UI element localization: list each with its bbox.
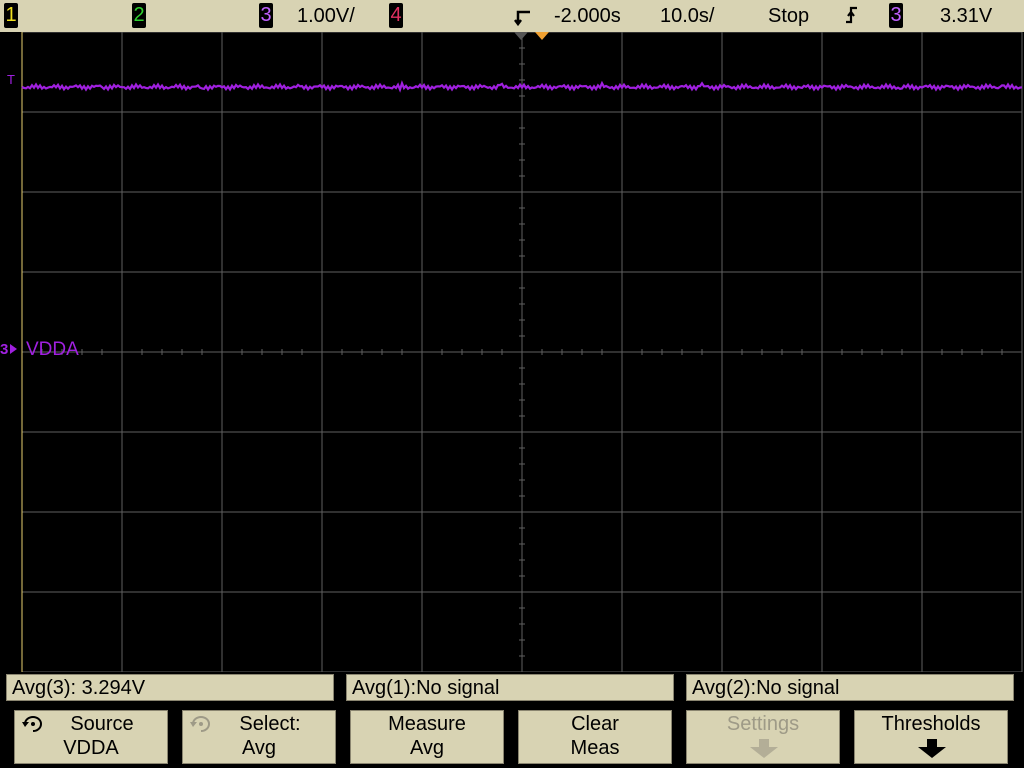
channel-3-scale: 1.00V/ xyxy=(297,0,355,32)
timebase-scale: 10.0s/ xyxy=(660,0,714,32)
down-arrow-icon xyxy=(749,739,779,765)
channel-3-indicator[interactable]: 3 xyxy=(259,3,273,28)
thresholds-softkey[interactable]: Thresholds xyxy=(854,710,1008,764)
clear-softkey-value: Meas xyxy=(519,736,671,760)
source-softkey-value: VDDA xyxy=(15,736,167,760)
ground-arrow-icon xyxy=(10,344,17,354)
status-bar: 1 2 3 1.00V/ 4 -2.000s 10.0s/ Stop 3 3.3… xyxy=(0,0,1024,32)
trigger-level: 3.31V xyxy=(940,0,992,32)
settings-softkey[interactable]: Settings xyxy=(686,710,840,764)
source-softkey-label: Source xyxy=(15,712,167,736)
down-arrow-icon xyxy=(917,739,947,765)
select-softkey-label: Select: xyxy=(183,712,335,736)
thresholds-softkey-label: Thresholds xyxy=(855,712,1007,736)
measurement-avg-ch3: Avg(3): 3.294V xyxy=(6,674,334,701)
time-reference-marker-icon xyxy=(514,32,528,40)
measurement-avg-ch2: Avg(2):No signal xyxy=(686,674,1014,701)
measure-softkey-label: Measure xyxy=(351,712,503,736)
settings-softkey-label: Settings xyxy=(687,712,839,736)
run-state: Stop xyxy=(768,0,809,32)
horizontal-delay: -2.000s xyxy=(554,0,621,32)
waveform-display[interactable] xyxy=(0,32,1024,672)
measurement-avg-ch1: Avg(1):No signal xyxy=(346,674,674,701)
clear-softkey-label: Clear xyxy=(519,712,671,736)
channel-3-ground-marker[interactable]: 3 xyxy=(0,341,8,358)
channel-4-indicator[interactable]: 4 xyxy=(389,3,403,28)
trigger-level-marker: T xyxy=(7,72,15,87)
measure-avg-softkey[interactable]: Measure Avg xyxy=(350,710,504,764)
select-softkey-value: Avg xyxy=(183,736,335,760)
graticule xyxy=(0,32,1024,672)
channel-3-label: VDDA xyxy=(26,339,79,361)
clear-meas-softkey[interactable]: Clear Meas xyxy=(518,710,672,764)
channel-1-indicator[interactable]: 1 xyxy=(4,3,18,28)
channel-2-indicator[interactable]: 2 xyxy=(132,3,146,28)
delay-marker-icon xyxy=(535,32,549,40)
trigger-source-indicator: 3 xyxy=(889,3,903,28)
measure-softkey-value: Avg xyxy=(351,736,503,760)
source-softkey[interactable]: Source VDDA xyxy=(14,710,168,764)
select-softkey[interactable]: Select: Avg xyxy=(182,710,336,764)
